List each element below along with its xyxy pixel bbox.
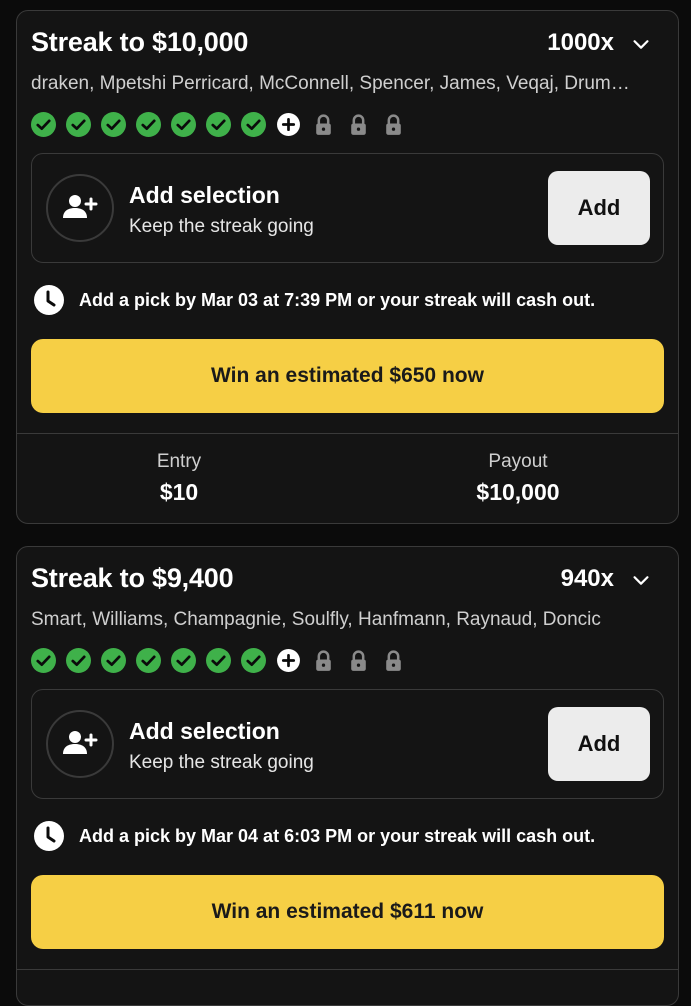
- streak-progress: [31, 647, 416, 673]
- check-circle-icon: [101, 647, 126, 673]
- plus-circle-icon: [276, 112, 301, 137]
- add-selection-panel: Add selection Keep the streak going Add: [31, 153, 664, 263]
- check-circle-icon: [31, 647, 56, 673]
- cash-out-button[interactable]: Win an estimated $650 now: [31, 339, 664, 413]
- clock-icon: [34, 821, 64, 851]
- check-circle-icon: [206, 111, 231, 137]
- lock-icon: [311, 648, 336, 673]
- chevron-down-icon[interactable]: [630, 33, 652, 55]
- check-circle-icon: [241, 111, 266, 137]
- check-circle-icon: [241, 647, 266, 673]
- lock-icon: [381, 112, 406, 137]
- streak-card: Streak to $10,000 1000x draken, Mpetshi …: [16, 10, 679, 524]
- streak-title: Streak to $10,000: [31, 27, 249, 57]
- streak-players: Smart, Williams, Champagnie, Soulfly, Ha…: [31, 609, 601, 630]
- cash-out-button[interactable]: Win an estimated $611 now: [31, 875, 664, 949]
- check-circle-icon: [31, 111, 56, 137]
- streak-title: Streak to $9,400: [31, 563, 234, 593]
- add-selection-title: Add selection: [129, 182, 280, 208]
- add-button[interactable]: Add: [548, 171, 650, 245]
- lock-icon: [381, 648, 406, 673]
- streak-multiplier: 1000x: [547, 29, 614, 56]
- check-circle-icon: [66, 647, 91, 673]
- add-selection-subtitle: Keep the streak going: [129, 752, 314, 773]
- add-button[interactable]: Add: [548, 707, 650, 781]
- check-circle-icon: [206, 647, 231, 673]
- deadline-notice: Add a pick by Mar 04 at 6:03 PM or your …: [33, 819, 595, 853]
- plus-circle-icon: [276, 648, 301, 673]
- payout-label: Payout: [488, 451, 548, 472]
- streak-multiplier: 940x: [560, 565, 614, 592]
- add-selection-subtitle: Keep the streak going: [129, 216, 314, 237]
- add-selection-panel: Add selection Keep the streak going Add: [31, 689, 664, 799]
- entry-label: Entry: [156, 451, 202, 472]
- check-circle-icon: [101, 111, 126, 137]
- check-circle-icon: [171, 111, 196, 137]
- lock-icon: [311, 112, 336, 137]
- divider: [17, 433, 678, 434]
- entry-value: $10: [159, 479, 199, 505]
- deadline-text: Add a pick by Mar 03 at 7:39 PM or your …: [79, 289, 596, 310]
- payout-stat: Payout $10,000: [418, 451, 618, 506]
- add-user-icon: [46, 174, 114, 242]
- add-user-icon: [46, 710, 114, 778]
- check-circle-icon: [66, 111, 91, 137]
- deadline-text: Add a pick by Mar 04 at 6:03 PM or your …: [79, 825, 596, 846]
- streak-header[interactable]: Streak to $10,000 1000x: [31, 27, 658, 63]
- check-circle-icon: [171, 647, 196, 673]
- chevron-down-icon[interactable]: [630, 569, 652, 591]
- streak-progress: [31, 111, 416, 137]
- deadline-notice: Add a pick by Mar 03 at 7:39 PM or your …: [33, 283, 595, 317]
- lock-icon: [346, 112, 371, 137]
- add-selection-title: Add selection: [129, 718, 280, 744]
- lock-icon: [346, 648, 371, 673]
- streak-header[interactable]: Streak to $9,400 940x: [31, 563, 658, 599]
- check-circle-icon: [136, 647, 161, 673]
- entry-stat: Entry $10: [79, 451, 279, 506]
- payout-value: $10,000: [476, 479, 560, 505]
- check-circle-icon: [136, 111, 161, 137]
- streak-card: Streak to $9,400 940x Smart, Williams, C…: [16, 546, 679, 1006]
- streak-players: draken, Mpetshi Perricard, McConnell, Sp…: [31, 73, 630, 94]
- divider: [17, 969, 678, 970]
- clock-icon: [34, 285, 64, 315]
